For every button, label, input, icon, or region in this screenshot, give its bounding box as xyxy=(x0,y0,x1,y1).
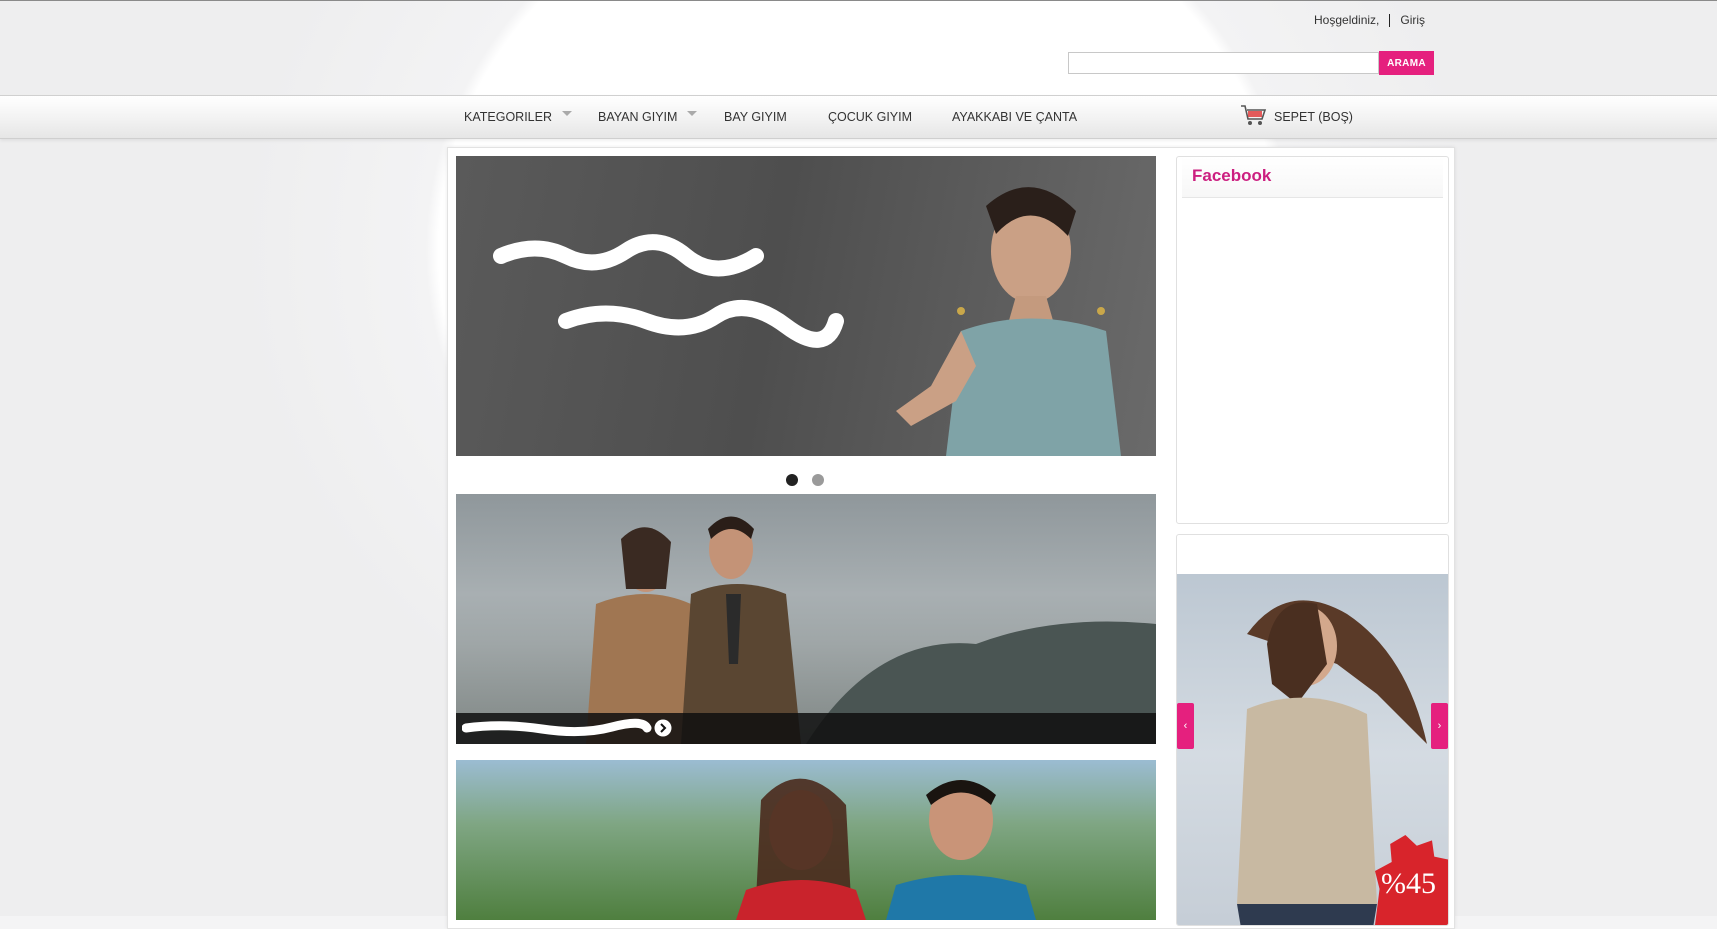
nav-item-bay-giyim[interactable]: BAY GIYIM xyxy=(724,96,787,138)
discount-badge-text: %45 xyxy=(1381,867,1436,900)
banner-summer-image xyxy=(736,778,1036,920)
chevron-down-icon xyxy=(687,111,698,117)
search-form: ARAMA xyxy=(1068,51,1434,75)
banner-couple-image xyxy=(586,516,1156,744)
nav-item-label: KATEGORILER xyxy=(464,110,552,124)
nav-item-ayakkabi-ve-canta[interactable]: AYAKKABI VE ÇANTA xyxy=(952,96,1077,138)
nav-item-label: AYAKKABI VE ÇANTA xyxy=(952,110,1078,124)
facebook-title: Facebook xyxy=(1192,166,1272,185)
cart-label: SEPET (BOŞ) xyxy=(1274,110,1353,124)
cart-link[interactable]: SEPET (BOŞ) xyxy=(1240,103,1353,132)
arrow-right-circle-icon[interactable] xyxy=(654,719,672,742)
shopping-cart-icon xyxy=(1240,103,1268,132)
slider-pagination xyxy=(786,474,824,486)
hero-slide-image xyxy=(493,187,1121,456)
slider-dot-1[interactable] xyxy=(786,474,798,486)
banner-caption-scribble xyxy=(462,718,652,737)
nav-item-bayan-giyim[interactable]: BAYAN GIYIM xyxy=(598,96,698,138)
welcome-separator xyxy=(1389,13,1391,27)
nav-item-label: ÇOCUK GIYIM xyxy=(828,110,913,124)
welcome-bar: Hoşgeldiniz, Giriş xyxy=(1314,13,1425,27)
chevron-right-icon: › xyxy=(1437,720,1442,732)
chevron-down-icon xyxy=(561,111,572,117)
hero-slider[interactable] xyxy=(456,156,1156,456)
nav-item-label: BAY GIYIM xyxy=(724,110,787,124)
slider-dot-2[interactable] xyxy=(812,474,824,486)
search-input[interactable] xyxy=(1068,52,1379,74)
banner-caption-bar xyxy=(456,713,1156,744)
login-link[interactable]: Giriş xyxy=(1400,13,1425,27)
nav-item-kategoriler[interactable]: KATEGORILER xyxy=(464,96,572,138)
banner-summer[interactable] xyxy=(456,760,1156,920)
nav-item-label: BAYAN GIYIM xyxy=(598,110,678,124)
welcome-text: Hoşgeldiniz, xyxy=(1314,13,1380,27)
facebook-widget: Facebook xyxy=(1176,156,1449,524)
main-navigation: KATEGORILER BAYAN GIYIM BAY GIYIM ÇOCUK … xyxy=(0,95,1717,139)
promo-next-button[interactable]: › xyxy=(1431,703,1448,749)
chevron-left-icon: ‹ xyxy=(1183,720,1188,732)
promo-slider: ‹ › %45 xyxy=(1176,534,1449,926)
banner-couple[interactable] xyxy=(456,494,1156,744)
promo-prev-button[interactable]: ‹ xyxy=(1177,703,1194,749)
nav-item-cocuk-giyim[interactable]: ÇOCUK GIYIM xyxy=(828,96,912,138)
site-header: Hoşgeldiniz, Giriş ARAMA xyxy=(0,1,1717,95)
search-button[interactable]: ARAMA xyxy=(1379,51,1434,75)
